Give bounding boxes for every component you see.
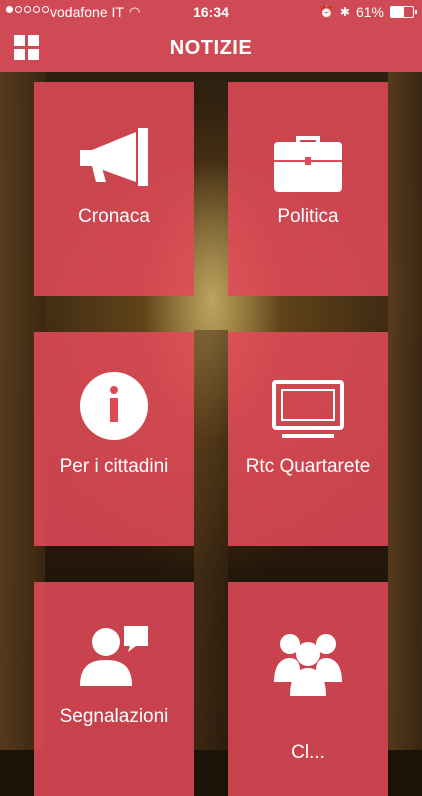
tile-label: Cl...	[291, 742, 325, 763]
briefcase-icon	[274, 136, 342, 192]
tile-label: Politica	[277, 206, 339, 227]
info-icon	[80, 372, 148, 440]
alarm-icon: ⏰	[318, 5, 334, 19]
tile-group[interactable]: Cl...	[228, 582, 388, 796]
bluetooth-icon: ✱	[339, 5, 350, 19]
battery-percent: 61%	[355, 4, 384, 20]
tile-label: Segnalazioni	[59, 706, 169, 727]
tile-cronaca[interactable]: Cronaca	[34, 82, 194, 296]
tv-icon	[272, 380, 344, 438]
speech-person-icon	[80, 626, 148, 686]
tile-label: Cronaca	[78, 206, 150, 227]
navigation-bar: NOTIZIE	[0, 24, 422, 72]
group-icon	[274, 634, 342, 696]
tile-rtc-quartarete[interactable]: Rtc Quartarete	[228, 332, 388, 546]
tile-per-i-cittadini[interactable]: Per i cittadini	[34, 332, 194, 546]
tile-label: Rtc Quartarete	[245, 456, 371, 477]
status-bar: vodafone IT ◠ 16:34 ⏰ ✱ 61%	[0, 0, 422, 24]
megaphone-icon	[80, 128, 148, 186]
page-title: NOTIZIE	[169, 37, 253, 59]
tile-politica[interactable]: Politica	[228, 82, 388, 296]
tile-segnalazioni[interactable]: Segnalazioni	[34, 582, 194, 796]
battery-icon	[390, 6, 417, 18]
tile-label: Per i cittadini	[59, 456, 169, 477]
